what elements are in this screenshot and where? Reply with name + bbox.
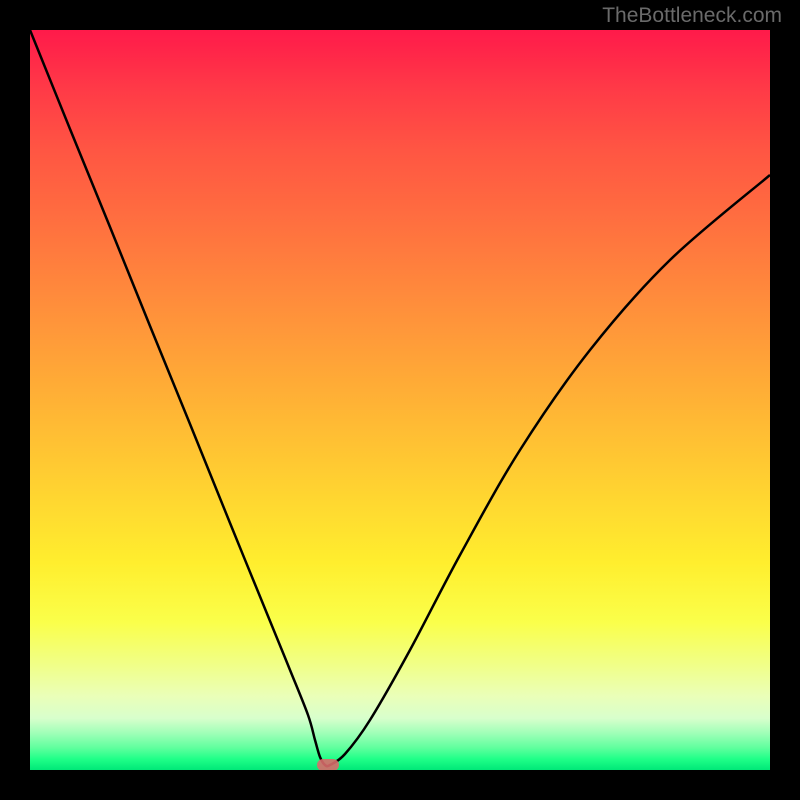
bottleneck-curve [30, 30, 770, 766]
watermark-text: TheBottleneck.com [602, 4, 782, 28]
curve-svg [30, 30, 770, 770]
chart-plot-area [30, 30, 770, 770]
optimal-point-marker [317, 759, 339, 770]
